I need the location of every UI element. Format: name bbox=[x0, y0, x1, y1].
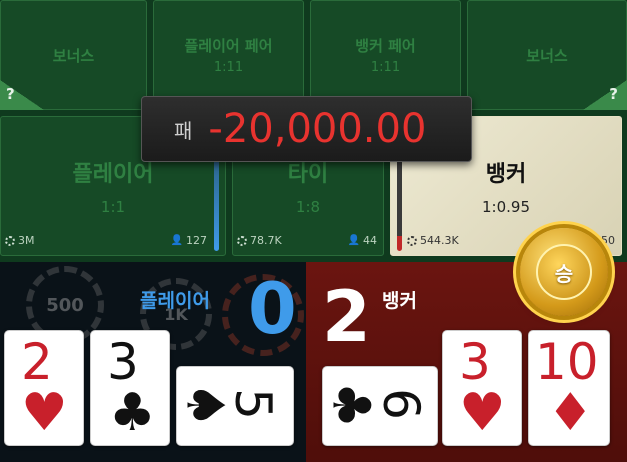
banker-pair-bet-spot[interactable]: 뱅커 페어 1:11 bbox=[310, 0, 461, 110]
player-bet-meter bbox=[214, 147, 219, 251]
card-rank: 5 bbox=[223, 388, 282, 420]
banker-bet-meter bbox=[397, 151, 402, 251]
banker-bettor-count-value: 50 bbox=[601, 234, 615, 247]
banker-score: 2 bbox=[322, 276, 371, 358]
heart-suit-icon: ♥ bbox=[21, 383, 68, 443]
player-bettor-count-value: 127 bbox=[186, 234, 207, 247]
user-icon: 👤 bbox=[170, 235, 183, 246]
win-badge: 승 bbox=[536, 244, 592, 300]
help-corner bbox=[583, 80, 627, 110]
bonus-right-bet-spot[interactable]: 보너스 ? bbox=[467, 0, 627, 110]
gold-medal-icon: 승 bbox=[520, 228, 608, 316]
result-label: 패 bbox=[174, 118, 193, 143]
player-card-2: 3 ♣ bbox=[90, 330, 170, 446]
player-card-1: 2 ♥ bbox=[4, 330, 84, 446]
card-rank: 10 bbox=[535, 333, 599, 391]
player-pair-label: 플레이어 페어 bbox=[184, 37, 273, 55]
player-pair-bet-spot[interactable]: 플레이어 페어 1:11 bbox=[153, 0, 304, 110]
result-popup: 패 -20,000.00 bbox=[141, 96, 472, 162]
banker-hand-label: 뱅커 bbox=[382, 290, 417, 312]
chip-icon bbox=[407, 235, 417, 246]
help-icon[interactable]: ? bbox=[6, 85, 15, 103]
tie-bet-odds: 1:8 bbox=[295, 198, 321, 216]
user-icon: 👤 bbox=[347, 235, 360, 246]
player-bet-odds: 1:1 bbox=[100, 198, 126, 216]
diamond-suit-icon: ♦ bbox=[547, 383, 594, 443]
chip-icon bbox=[237, 235, 247, 246]
help-icon[interactable]: ? bbox=[609, 85, 618, 103]
banker-bettor-count: 50 bbox=[601, 234, 615, 247]
player-total-bet-value: 3M bbox=[18, 234, 35, 247]
card-rank: 2 bbox=[21, 333, 53, 391]
tie-total-bet: 78.7K bbox=[237, 234, 282, 247]
win-badge-label: 승 bbox=[554, 261, 574, 286]
club-suit-icon: ♣ bbox=[322, 381, 381, 429]
heart-suit-icon: ♥ bbox=[459, 383, 506, 443]
bonus-left-label: 보너스 bbox=[52, 46, 95, 65]
card-rank: 3 bbox=[459, 333, 491, 391]
banker-pair-label: 뱅커 페어 bbox=[355, 37, 416, 55]
card-rank: 3 bbox=[107, 333, 139, 391]
club-suit-icon: ♣ bbox=[109, 383, 156, 443]
banker-total-bet-value: 544.3K bbox=[420, 234, 459, 247]
banker-card-1: ♣ 6 bbox=[322, 366, 438, 446]
chip-icon bbox=[5, 235, 15, 246]
bonus-left-bet-spot[interactable]: 보너스 ? bbox=[0, 0, 147, 110]
background-chip-value: 500 bbox=[46, 294, 84, 316]
banker-bet-label: 뱅커 bbox=[485, 162, 527, 187]
banker-card-2: 3 ♥ bbox=[442, 330, 522, 446]
player-bettor-count: 👤 127 bbox=[171, 234, 207, 247]
spade-suit-icon: ♠ bbox=[176, 381, 235, 429]
player-score: 0 bbox=[248, 268, 297, 350]
tie-bettor-count: 👤 44 bbox=[348, 234, 377, 247]
player-card-3: ♠ 5 bbox=[176, 366, 294, 446]
banker-total-bet: 544.3K bbox=[407, 234, 459, 247]
bonus-right-label: 보너스 bbox=[526, 46, 568, 65]
player-hand-panel: 500 1K 플레이어 0 2 ♥ 3 ♣ ♠ 5 bbox=[0, 262, 306, 462]
player-hand-label: 플레이어 bbox=[140, 290, 210, 312]
tie-bettor-count-value: 44 bbox=[363, 234, 377, 247]
banker-card-3: 10 ♦ bbox=[528, 330, 610, 446]
result-amount: -20,000.00 bbox=[208, 106, 427, 152]
player-total-bet: 3M bbox=[5, 234, 35, 247]
player-pair-odds: 1:11 bbox=[213, 60, 244, 75]
card-rank: 6 bbox=[371, 388, 430, 420]
banker-bet-odds: 1:0.95 bbox=[482, 198, 530, 216]
tie-total-bet-value: 78.7K bbox=[250, 234, 282, 247]
banker-pair-odds: 1:11 bbox=[370, 60, 401, 75]
